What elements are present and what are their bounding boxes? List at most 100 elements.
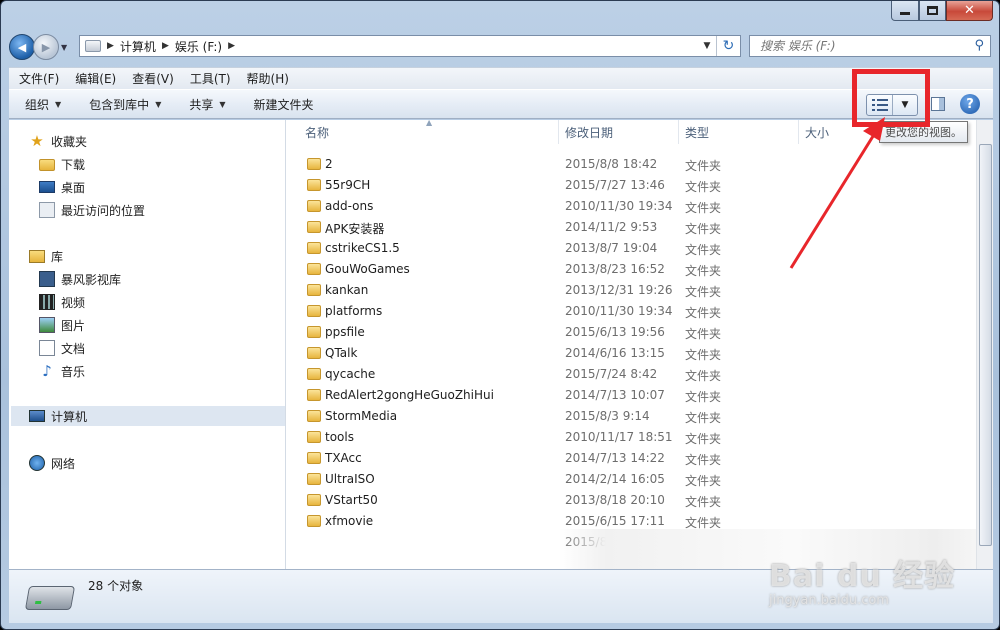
recent-pages-dropdown[interactable]: ▼ xyxy=(61,43,73,52)
file-name: TXAcc xyxy=(325,451,362,465)
breadcrumb-separator[interactable]: ▶ xyxy=(162,41,169,51)
table-row[interactable]: VStart50 2013/8/18 20:10 文件夹 xyxy=(287,490,967,511)
address-bar[interactable]: ▶ 计算机 ▶ 娱乐 (F:) ▶ ▼ ↻ xyxy=(79,35,741,57)
file-list[interactable]: ▲ 名称 修改日期 类型 大小 2 2015/8/8 18:42 文件夹 55r9CH… xyxy=(287,120,993,569)
organize-button[interactable]: 组织 ▼ xyxy=(25,96,61,113)
table-row[interactable]: APK安装器 2014/11/2 9:53 文件夹 xyxy=(287,217,967,238)
column-header-name[interactable]: 名称 xyxy=(305,120,329,144)
column-header-size[interactable]: 大小 xyxy=(805,120,829,144)
change-view-button[interactable]: ▼ xyxy=(866,94,918,116)
forward-button[interactable]: ▶ xyxy=(33,34,59,60)
sidebar-item-favorites[interactable]: ★ 收藏夹 xyxy=(29,131,87,151)
sidebar-item-computer[interactable]: 计算机 xyxy=(11,406,285,426)
table-row[interactable]: ppsfile 2015/6/13 19:56 文件夹 xyxy=(287,322,967,343)
table-row[interactable]: tools 2010/11/17 18:51 文件夹 xyxy=(287,427,967,448)
sidebar-item-libraries[interactable]: 库 xyxy=(29,246,63,266)
file-name: cstrikeCS1.5 xyxy=(325,241,400,255)
sidebar-label: 库 xyxy=(51,249,64,264)
breadcrumb-separator[interactable]: ▶ xyxy=(228,41,235,51)
view-tooltip: 更改您的视图。 xyxy=(879,121,968,143)
column-divider[interactable] xyxy=(558,120,559,144)
table-row[interactable]: QTalk 2014/6/16 13:15 文件夹 xyxy=(287,343,967,364)
sidebar-item-documents[interactable]: 文档 xyxy=(39,338,85,358)
include-library-label: 包含到库中 xyxy=(89,97,150,112)
share-label: 共享 xyxy=(189,97,214,112)
sidebar-item-recent-places[interactable]: 最近访问的位置 xyxy=(39,200,145,220)
sidebar-item-downloads[interactable]: 下载 xyxy=(39,154,85,174)
folder-icon xyxy=(307,347,321,359)
sidebar-item-baofeng-library[interactable]: 暴风影视库 xyxy=(39,269,121,289)
menu-view[interactable]: 查看(V) xyxy=(132,70,174,87)
file-date: 2014/2/14 16:05 xyxy=(565,472,665,486)
file-date: 2013/8/23 16:52 xyxy=(565,262,665,276)
sidebar-label: 图片 xyxy=(61,318,86,333)
file-name: RedAlert2gongHeGuoZhiHui xyxy=(325,388,494,402)
file-date: 2015/8/3 9:14 xyxy=(565,409,650,423)
breadcrumb-computer[interactable]: 计算机 xyxy=(120,38,156,55)
file-date: 2013/12/31 19:26 xyxy=(565,283,673,297)
include-in-library-button[interactable]: 包含到库中 ▼ xyxy=(89,96,161,113)
sidebar-item-videos[interactable]: 视频 xyxy=(39,292,85,312)
maximize-button[interactable] xyxy=(919,1,946,21)
close-button[interactable]: ✕ xyxy=(946,1,993,21)
folder-icon xyxy=(307,473,321,485)
sidebar-item-network[interactable]: 网络 xyxy=(29,453,75,473)
help-button[interactable]: ? xyxy=(960,94,980,114)
menu-file[interactable]: 文件(F) xyxy=(19,70,59,87)
back-button[interactable]: ◀ xyxy=(9,34,35,60)
new-folder-button[interactable]: 新建文件夹 xyxy=(254,96,314,113)
address-dropdown[interactable]: ▼ xyxy=(700,36,714,56)
vertical-scrollbar[interactable] xyxy=(976,120,993,569)
table-row[interactable]: StormMedia 2015/8/3 9:14 文件夹 xyxy=(287,406,967,427)
breadcrumb-separator[interactable]: ▶ xyxy=(107,41,114,51)
table-row[interactable]: UltraISO 2014/2/14 16:05 文件夹 xyxy=(287,469,967,490)
share-button[interactable]: 共享 ▼ xyxy=(189,96,225,113)
table-row[interactable]: kankan 2013/12/31 19:26 文件夹 xyxy=(287,280,967,301)
details-view-icon[interactable] xyxy=(867,95,893,115)
column-divider[interactable] xyxy=(678,120,679,144)
sidebar-item-desktop[interactable]: 桌面 xyxy=(39,177,85,197)
scrollbar-thumb[interactable] xyxy=(979,144,992,546)
star-icon: ★ xyxy=(30,132,44,150)
search-box[interactable]: ⚲ xyxy=(749,35,991,57)
file-name: ppsfile xyxy=(325,325,365,339)
preview-pane-button[interactable] xyxy=(931,97,945,111)
minimize-button[interactable] xyxy=(891,1,919,21)
file-type: 文件夹 xyxy=(685,264,722,278)
column-header-date[interactable]: 修改日期 xyxy=(565,120,613,144)
table-row[interactable]: 55r9CH 2015/7/27 13:46 文件夹 xyxy=(287,175,967,196)
search-icon[interactable]: ⚲ xyxy=(974,38,984,53)
file-name: UltraISO xyxy=(325,472,375,486)
refresh-button[interactable]: ↻ xyxy=(716,36,740,56)
folder-icon xyxy=(307,158,321,170)
search-input[interactable] xyxy=(760,39,970,53)
column-divider[interactable] xyxy=(798,120,799,144)
table-row[interactable]: qycache 2015/7/24 8:42 文件夹 xyxy=(287,364,967,385)
view-options-dropdown[interactable]: ▼ xyxy=(893,95,917,115)
table-row[interactable]: TXAcc 2014/7/13 14:22 文件夹 xyxy=(287,448,967,469)
menu-tools[interactable]: 工具(T) xyxy=(190,70,231,87)
sidebar-item-music[interactable]: ♪ 音乐 xyxy=(39,361,85,381)
baidu-watermark: Bai du 经验 jingyan.baidu.com xyxy=(769,551,955,608)
libraries-icon xyxy=(29,249,45,263)
file-type: 文件夹 xyxy=(685,348,722,362)
breadcrumb-drive[interactable]: 娱乐 (F:) xyxy=(175,38,222,55)
menu-edit[interactable]: 编辑(E) xyxy=(75,70,116,87)
content-area: ★ 收藏夹 下载 桌面 最近访问的位置 库 暴风影视库 视频 图片 文档 ♪ 音乐 … xyxy=(9,120,993,569)
sidebar-label: 桌面 xyxy=(61,180,86,195)
table-row[interactable]: 2 2015/8/8 18:42 文件夹 xyxy=(287,154,967,175)
file-type: 文件夹 xyxy=(685,390,722,404)
column-header-type[interactable]: 类型 xyxy=(685,120,709,144)
sidebar-item-pictures[interactable]: 图片 xyxy=(39,315,85,335)
file-name: APK安装器 xyxy=(325,222,385,236)
table-row[interactable]: RedAlert2gongHeGuoZhiHui 2014/7/13 10:07 文… xyxy=(287,385,967,406)
table-row[interactable]: cstrikeCS1.5 2013/8/7 19:04 文件夹 xyxy=(287,238,967,259)
navigation-pane[interactable]: ★ 收藏夹 下载 桌面 最近访问的位置 库 暴风影视库 视频 图片 文档 ♪ 音乐 … xyxy=(9,120,286,569)
file-name: platforms xyxy=(325,304,383,318)
table-row[interactable]: GouWoGames 2013/8/23 16:52 文件夹 xyxy=(287,259,967,280)
table-row[interactable]: platforms 2010/11/30 19:34 文件夹 xyxy=(287,301,967,322)
table-row[interactable]: add-ons 2010/11/30 19:34 文件夹 xyxy=(287,196,967,217)
file-name: StormMedia xyxy=(325,409,398,423)
menu-help[interactable]: 帮助(H) xyxy=(247,70,289,87)
file-name: kankan xyxy=(325,283,369,297)
